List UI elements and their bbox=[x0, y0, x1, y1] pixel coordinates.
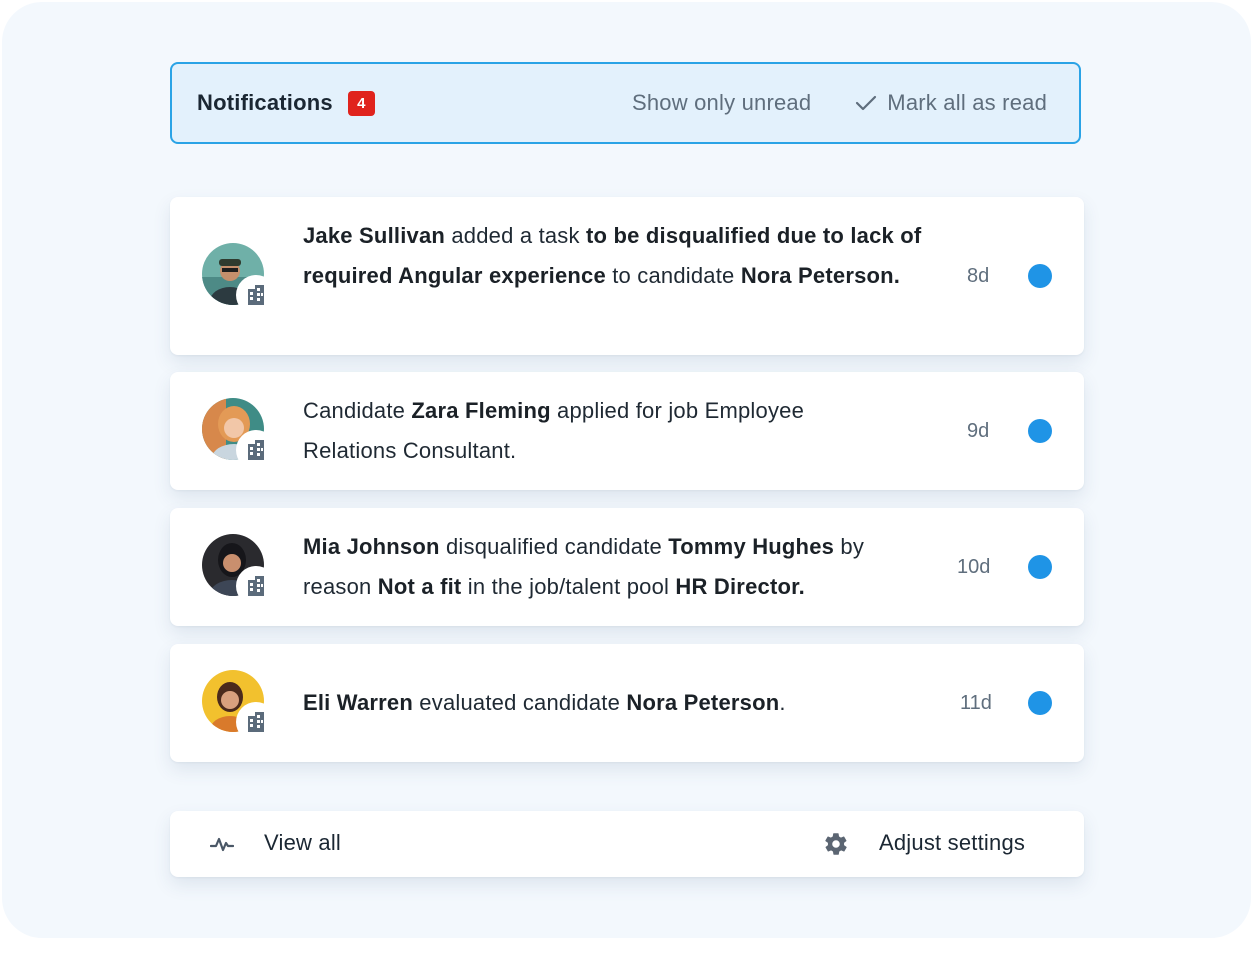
view-all-link[interactable]: View all bbox=[264, 830, 341, 856]
building-icon bbox=[248, 576, 264, 596]
notification-card[interactable]: Mia Johnson disqualified candidate Tommy… bbox=[170, 508, 1084, 626]
notification-message: Jake Sullivan added a task to be disqual… bbox=[303, 223, 922, 288]
candidate-name: Nora Peterson bbox=[626, 690, 780, 715]
adjust-settings-link[interactable]: Adjust settings bbox=[879, 830, 1025, 856]
activity-icon bbox=[210, 837, 234, 852]
unread-dot[interactable] bbox=[1028, 691, 1052, 715]
notifications-footer: View all Adjust settings bbox=[170, 811, 1084, 877]
notification-age: 9d bbox=[967, 420, 990, 442]
candidate-name: Nora Peterson. bbox=[740, 263, 901, 288]
notification-age: 11d bbox=[960, 692, 992, 714]
notification-age: 8d bbox=[967, 265, 990, 287]
show-only-unread-button[interactable]: Show only unread bbox=[632, 90, 811, 116]
notification-message: Eli Warren evaluated candidate Nora Pete… bbox=[303, 690, 786, 715]
building-icon bbox=[248, 712, 264, 732]
notification-card[interactable]: Jake Sullivan added a task to be disqual… bbox=[170, 197, 1084, 355]
building-icon bbox=[248, 440, 264, 460]
notification-card[interactable]: Candidate Zara Fleming applied for job E… bbox=[170, 372, 1084, 490]
actor-name: Eli Warren bbox=[303, 690, 413, 715]
notification-message: Mia Johnson disqualified candidate Tommy… bbox=[303, 534, 865, 599]
actor-name: Mia Johnson bbox=[303, 534, 440, 559]
candidate-name: Zara Fleming bbox=[411, 398, 551, 423]
candidate-name: Tommy Hughes bbox=[668, 534, 835, 559]
gear-icon[interactable] bbox=[823, 831, 849, 857]
mark-all-read-button[interactable]: Mark all as read bbox=[855, 90, 1047, 116]
notification-card[interactable]: Eli Warren evaluated candidate Nora Pete… bbox=[170, 644, 1084, 762]
notifications-header: Notifications 4 Show only unread Mark al… bbox=[170, 62, 1081, 144]
check-icon bbox=[856, 95, 877, 111]
actor-name: Jake Sullivan bbox=[303, 223, 446, 248]
organization-badge bbox=[236, 566, 276, 606]
building-icon bbox=[248, 285, 264, 305]
unread-dot[interactable] bbox=[1028, 264, 1052, 288]
notification-message: Candidate Zara Fleming applied for job E… bbox=[303, 398, 805, 463]
organization-badge bbox=[236, 702, 276, 742]
mark-all-read-label: Mark all as read bbox=[887, 90, 1047, 115]
job-name: HR Director. bbox=[675, 574, 805, 599]
disqualify-reason: Not a fit bbox=[377, 574, 462, 599]
organization-badge bbox=[236, 275, 276, 315]
unread-dot[interactable] bbox=[1028, 555, 1052, 579]
notifications-title: Notifications bbox=[197, 90, 333, 115]
notification-age: 10d bbox=[957, 556, 991, 578]
organization-badge bbox=[236, 430, 276, 470]
unread-count-badge: 4 bbox=[347, 90, 375, 116]
unread-dot[interactable] bbox=[1028, 419, 1052, 443]
